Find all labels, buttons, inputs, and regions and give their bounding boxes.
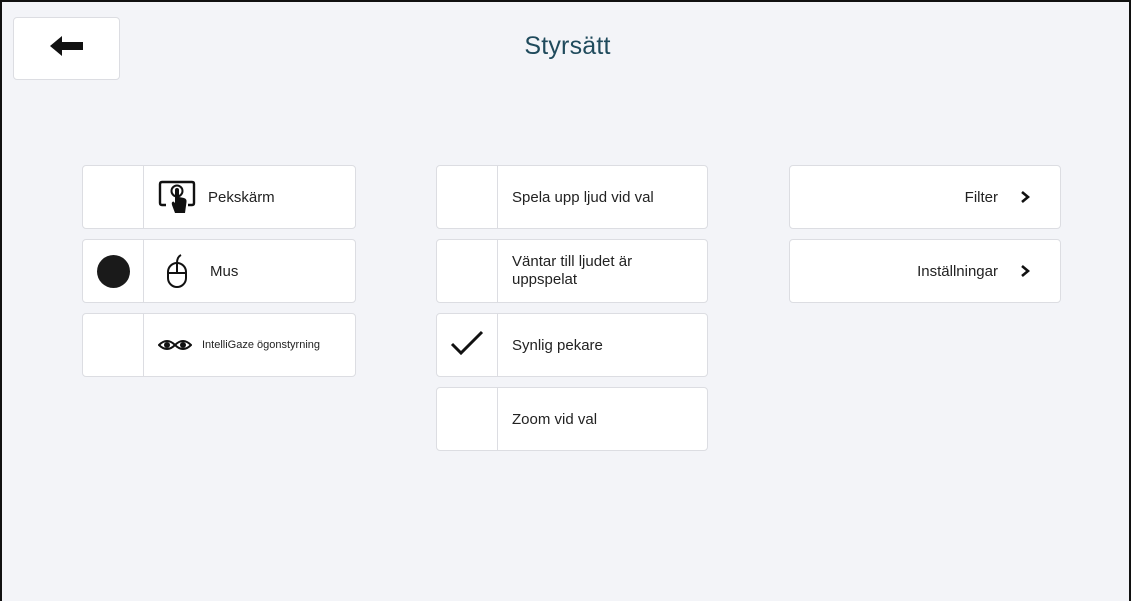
selection-indicator [83,166,144,228]
settings-button[interactable]: Inställningar [789,239,1061,303]
option-label: Spela upp ljud vid val [512,188,654,206]
filter-button[interactable]: Filter [789,165,1061,229]
input-method-label: IntelliGaze ögonstyrning [202,339,321,351]
option-zoom-on-select[interactable]: Zoom vid val [436,387,708,451]
option-label: Väntar till ljudet är uppspelat [512,253,633,288]
checkbox [437,314,498,376]
option-wait-for-sound[interactable]: Väntar till ljudet är uppspelat [436,239,708,303]
checkbox [437,166,498,228]
mouse-icon [166,253,188,289]
option-play-sound-on-select[interactable]: Spela upp ljud vid val [436,165,708,229]
chevron-right-icon [1020,264,1030,278]
checkmark-icon [449,329,485,362]
input-method-label: Mus [210,262,239,280]
option-label: Synlig pekare [512,336,603,354]
input-method-touchscreen[interactable]: Pekskärm [82,165,356,229]
nav-label: Inställningar [917,262,998,280]
selected-dot-icon [96,254,130,288]
selection-indicator [83,240,144,302]
option-label: Zoom vid val [512,410,598,428]
option-visible-pointer[interactable]: Synlig pekare [436,313,708,377]
input-method-eye-gaze[interactable]: IntelliGaze ögonstyrning [82,313,356,377]
input-method-mouse[interactable]: Mus [82,239,356,303]
checkbox [437,388,498,450]
input-method-label: Pekskärm [208,188,275,206]
eye-gaze-icon [158,337,192,353]
selection-indicator [83,314,144,376]
chevron-right-icon [1020,190,1030,204]
checkbox [437,240,498,302]
nav-label: Filter [964,188,998,206]
touchscreen-icon [158,179,198,215]
page-title: Styrsätt [524,32,611,60]
app-window: Styrsätt Pekskärm Mus IntelliGaze ögonst… [0,0,1131,601]
